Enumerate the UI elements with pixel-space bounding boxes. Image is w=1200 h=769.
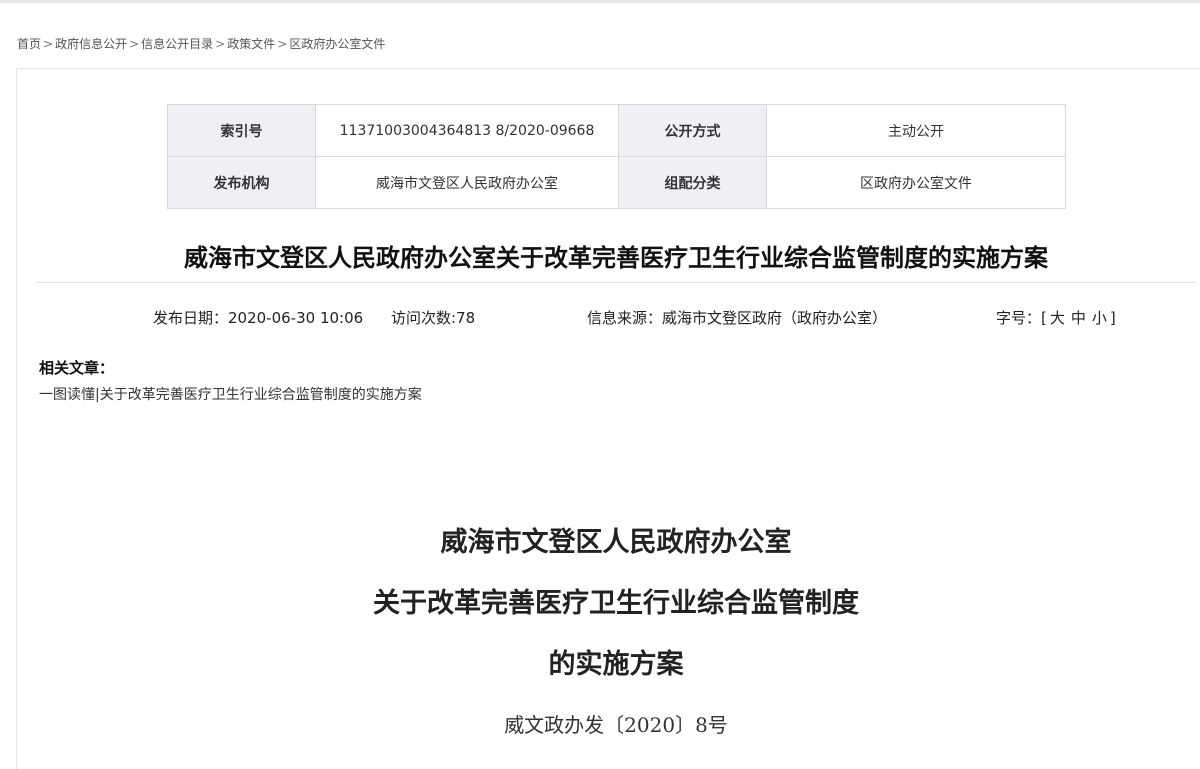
metadata-table: 索引号 11371003004364813 8/2020-09668 公开方式 … bbox=[167, 104, 1066, 209]
publish-date: 发布日期：2020-06-30 10:06 bbox=[153, 309, 364, 327]
breadcrumb-home[interactable]: 首页 bbox=[17, 35, 41, 53]
breadcrumb: 首页 > 政府信息公开 > 信息公开目录 > 政策文件 > 区政府办公室文件 bbox=[17, 35, 385, 53]
font-size-switcher: 字号：[大中小] bbox=[996, 307, 1116, 329]
breadcrumb-separator: > bbox=[43, 37, 54, 51]
index-value: 11371003004364813 8/2020-09668 bbox=[315, 104, 619, 157]
index-key: 索引号 bbox=[167, 104, 316, 157]
document-heading-line2: 关于改革完善医疗卫生行业综合监管制度 bbox=[373, 588, 859, 619]
breadcrumb-gov-info[interactable]: 政府信息公开 bbox=[55, 35, 127, 53]
disclosure-value: 主动公开 bbox=[766, 104, 1066, 157]
disclosure-key: 公开方式 bbox=[618, 104, 767, 157]
document-heading-line3: 的实施方案 bbox=[548, 649, 684, 680]
top-divider bbox=[0, 0, 1200, 3]
breadcrumb-policy[interactable]: 政策文件 bbox=[227, 35, 275, 53]
related-articles-label: 相关文章： bbox=[39, 359, 115, 377]
table-row: 发布机构 威海市文登区人民政府办公室 组配分类 区政府办公室文件 bbox=[167, 156, 1066, 209]
breadcrumb-separator: > bbox=[129, 37, 140, 51]
publisher-value: 威海市文登区人民政府办公室 bbox=[315, 156, 619, 209]
info-source: 信息来源：威海市文登区政府（政府办公室） bbox=[587, 309, 888, 327]
font-size-small[interactable]: 小 bbox=[1092, 309, 1107, 327]
breadcrumb-district-office[interactable]: 区政府办公室文件 bbox=[289, 35, 385, 53]
document-number: 威文政办发〔2020〕8号 bbox=[504, 713, 728, 737]
document-heading-line1: 威海市文登区人民政府办公室 bbox=[440, 527, 792, 558]
font-size-label: 字号：[ bbox=[996, 309, 1047, 327]
category-key: 组配分类 bbox=[618, 156, 767, 209]
breadcrumb-catalog[interactable]: 信息公开目录 bbox=[141, 35, 213, 53]
font-size-close: ] bbox=[1109, 309, 1116, 327]
publisher-key: 发布机构 bbox=[167, 156, 316, 209]
breadcrumb-separator: > bbox=[215, 37, 226, 51]
article-title: 威海市文登区人民政府办公室关于改革完善医疗卫生行业综合监管制度的实施方案 bbox=[184, 244, 1048, 272]
breadcrumb-separator: > bbox=[277, 37, 288, 51]
related-article-link[interactable]: 一图读懂|关于改革完善医疗卫生行业综合监管制度的实施方案 bbox=[39, 384, 422, 404]
article-info-bar: 发布日期：2020-06-30 10:06 访问次数:78 信息来源：威海市文登… bbox=[0, 307, 1200, 329]
visit-count: 访问次数:78 bbox=[391, 309, 476, 327]
font-size-large[interactable]: 大 bbox=[1050, 309, 1065, 327]
font-size-medium[interactable]: 中 bbox=[1071, 309, 1086, 327]
table-row: 索引号 11371003004364813 8/2020-09668 公开方式 … bbox=[167, 104, 1066, 157]
title-divider bbox=[36, 282, 1196, 283]
category-value: 区政府办公室文件 bbox=[766, 156, 1066, 209]
